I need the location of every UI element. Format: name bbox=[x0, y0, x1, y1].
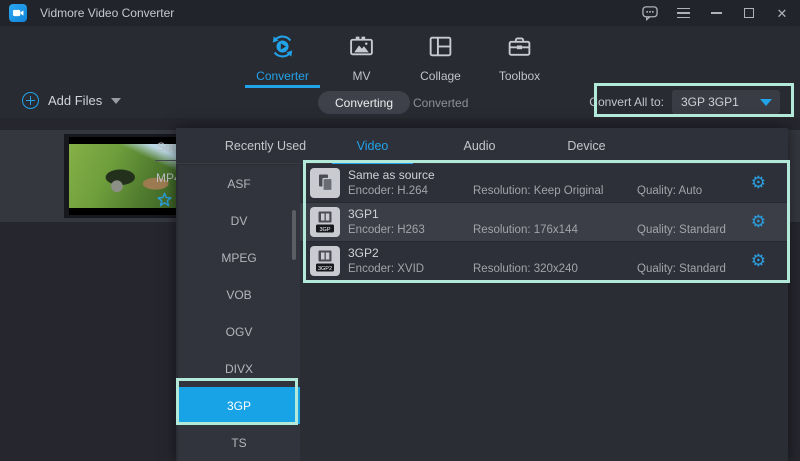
preset-settings-gear-icon[interactable]: ⚙ bbox=[751, 172, 766, 194]
preset-quality: Quality: Auto bbox=[637, 185, 702, 197]
preset-resolution: Resolution: Keep Original bbox=[473, 185, 603, 197]
3gp2-format-icon: 3GP2 bbox=[310, 246, 340, 276]
toolbox-icon bbox=[506, 33, 533, 65]
tab-converting[interactable]: Converting bbox=[318, 91, 410, 114]
tab-mv-label: MV bbox=[353, 69, 371, 83]
format-item-dv[interactable]: DV bbox=[178, 202, 300, 239]
tab-converter-label: Converter bbox=[256, 69, 309, 83]
format-item-ogv[interactable]: OGV bbox=[178, 313, 300, 350]
tab-device[interactable]: Device bbox=[533, 128, 640, 164]
feedback-icon[interactable] bbox=[642, 5, 658, 21]
tab-recently-used[interactable]: Recently Used bbox=[212, 128, 319, 164]
app-logo-icon bbox=[9, 4, 27, 22]
tab-converter[interactable]: Converter bbox=[243, 26, 322, 88]
preset-name: 3GP1 bbox=[348, 207, 379, 221]
format-panel-header: Recently Used Video Audio Device bbox=[176, 128, 788, 164]
3gp1-format-icon: 3GP bbox=[310, 207, 340, 237]
format-item-divx[interactable]: DIVX bbox=[178, 350, 300, 387]
convert-all-to-label: Convert All to: bbox=[589, 95, 664, 109]
tab-mv[interactable]: MV bbox=[322, 26, 401, 88]
preset-row-3gp1[interactable]: 3GP 3GP1 Encoder: H263 Resolution: 176x1… bbox=[300, 203, 788, 242]
format-item-3gp[interactable]: 3GP bbox=[178, 387, 300, 424]
tab-collage[interactable]: Collage bbox=[401, 26, 480, 88]
dropdown-caret-icon bbox=[760, 99, 772, 106]
main-navigation: Converter MV bbox=[0, 26, 800, 88]
maximize-button[interactable] bbox=[741, 5, 757, 21]
same-as-source-icon bbox=[310, 168, 340, 198]
titlebar: Vidmore Video Converter ✕ bbox=[0, 0, 800, 26]
toolbar: Add Files Converting Converted Convert A… bbox=[0, 88, 800, 118]
preset-name: Same as source bbox=[348, 168, 435, 182]
add-icon bbox=[22, 92, 39, 109]
main-area: Sou MP4 Recently Used Video Audio Device bbox=[0, 118, 800, 461]
converter-icon bbox=[269, 33, 296, 65]
tab-collage-label: Collage bbox=[420, 69, 461, 83]
add-files-chevron-down-icon[interactable] bbox=[111, 98, 121, 104]
add-files-button[interactable]: Add Files bbox=[22, 92, 121, 109]
preset-quality: Quality: Standard bbox=[637, 224, 726, 236]
svg-text:3GP: 3GP bbox=[319, 227, 330, 233]
edit-effect-icon[interactable] bbox=[157, 192, 172, 212]
collage-icon bbox=[427, 33, 454, 65]
preset-list: Same as source Encoder: H.264 Resolution… bbox=[300, 164, 788, 281]
mv-icon bbox=[348, 33, 375, 65]
svg-text:3GP2: 3GP2 bbox=[318, 266, 332, 272]
tab-toolbox[interactable]: Toolbox bbox=[480, 26, 559, 88]
minimize-button[interactable] bbox=[708, 5, 724, 21]
preset-settings-gear-icon[interactable]: ⚙ bbox=[751, 211, 766, 233]
preset-row-same-as-source[interactable]: Same as source Encoder: H.264 Resolution… bbox=[300, 164, 788, 203]
preset-encoder: Encoder: H263 bbox=[348, 224, 425, 236]
tab-converted[interactable]: Converted bbox=[413, 96, 468, 110]
preset-settings-gear-icon[interactable]: ⚙ bbox=[751, 250, 766, 272]
convert-all-to-dropdown[interactable]: 3GP 3GP1 bbox=[672, 90, 780, 114]
format-picker-panel: Recently Used Video Audio Device ASF DV … bbox=[176, 128, 788, 461]
preset-resolution: Resolution: 320x240 bbox=[473, 263, 578, 275]
vidmore-video-converter-window: Vidmore Video Converter ✕ bbox=[0, 0, 800, 461]
preset-name: 3GP2 bbox=[348, 246, 379, 260]
menu-icon[interactable] bbox=[675, 5, 691, 21]
tab-toolbox-label: Toolbox bbox=[499, 69, 540, 83]
tab-audio[interactable]: Audio bbox=[426, 128, 533, 164]
preset-resolution: Resolution: 176x144 bbox=[473, 224, 578, 236]
preset-encoder: Encoder: H.264 bbox=[348, 185, 428, 197]
tab-video[interactable]: Video bbox=[319, 128, 426, 164]
format-item-ts[interactable]: TS bbox=[178, 424, 300, 461]
preset-encoder: Encoder: XVID bbox=[348, 263, 424, 275]
preset-quality: Quality: Standard bbox=[637, 263, 726, 275]
format-item-asf[interactable]: ASF bbox=[178, 165, 300, 202]
format-list: ASF DV MPEG VOB OGV DIVX 3GP TS bbox=[178, 165, 300, 461]
window-title: Vidmore Video Converter bbox=[40, 6, 174, 20]
add-files-label: Add Files bbox=[48, 93, 102, 108]
format-list-scrollbar[interactable] bbox=[292, 210, 296, 260]
convert-all-to-value: 3GP 3GP1 bbox=[681, 95, 739, 109]
format-item-mpeg[interactable]: MPEG bbox=[178, 239, 300, 276]
close-button[interactable]: ✕ bbox=[774, 5, 790, 21]
preset-row-3gp2[interactable]: 3GP2 3GP2 Encoder: XVID Resolution: 320x… bbox=[300, 242, 788, 281]
format-item-vob[interactable]: VOB bbox=[178, 276, 300, 313]
